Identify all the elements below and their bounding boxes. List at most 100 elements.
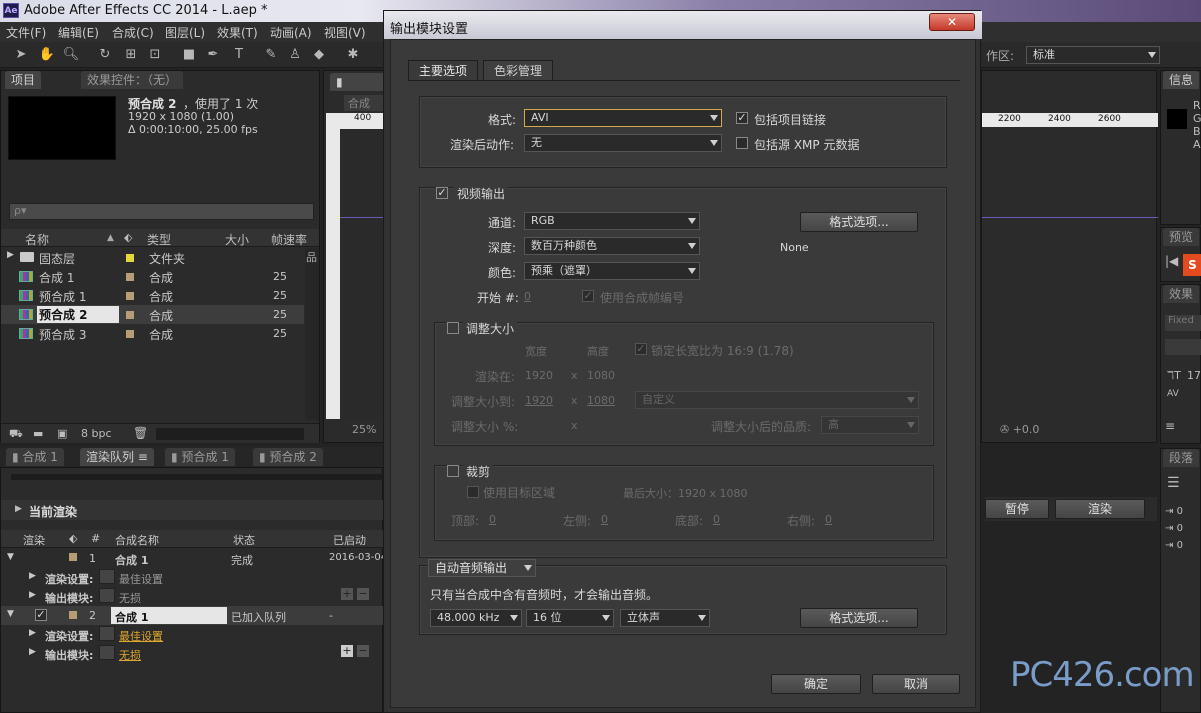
hand-tool-icon[interactable]: ✋ — [38, 46, 56, 63]
label-swatch[interactable] — [126, 330, 134, 338]
table-row[interactable]: ▼ 1 合成 1 完成 2016-03-04, — [1, 549, 390, 568]
brush-tool-icon[interactable]: ✎ — [262, 46, 280, 63]
list-item[interactable]: 合成 1 合成 25 — [1, 267, 304, 286]
include-project-link-checkbox[interactable]: ✓ — [736, 112, 748, 124]
align-icon[interactable]: ≡ — [1165, 419, 1175, 433]
channels-select[interactable]: RGB — [524, 212, 700, 230]
horizontal-scrollbar[interactable] — [156, 428, 304, 440]
start-value[interactable]: 0 — [524, 290, 531, 303]
align-left-icon[interactable]: ☰ — [1167, 475, 1180, 491]
bit-depth-select[interactable]: 16 位 — [526, 609, 614, 627]
video-format-options-button[interactable]: 格式选项... — [800, 212, 918, 232]
label-swatch[interactable] — [69, 611, 77, 619]
label-swatch[interactable] — [69, 553, 77, 561]
workspace-select[interactable]: 标准 — [1026, 46, 1160, 64]
output-module-value[interactable]: 无损 — [119, 647, 141, 663]
font-select[interactable]: Fixed — [1165, 315, 1201, 331]
tab-color-management[interactable]: 色彩管理 — [483, 60, 554, 80]
shape-tool-icon[interactable]: ■ — [180, 46, 198, 63]
zoom-tool-icon[interactable]: 🔍︎ — [62, 46, 80, 63]
font-size-value[interactable]: 17 — [1187, 369, 1201, 382]
list-item[interactable]: 预合成 1 合成 25 — [1, 286, 304, 305]
text-tool-icon[interactable]: T — [230, 46, 248, 63]
col-size[interactable]: 大小 — [225, 231, 249, 248]
col-fps[interactable]: 帧速率 — [271, 231, 307, 248]
project-search-input[interactable]: ρ▾ — [9, 203, 314, 220]
menu-composition[interactable]: 合成(C) — [112, 24, 154, 41]
label-swatch[interactable] — [126, 311, 134, 319]
rotate-tool-icon[interactable]: ↻ — [96, 46, 114, 63]
indent-value[interactable]: 0 — [1177, 540, 1183, 551]
tab-effect-controls[interactable]: 效果控件：（无） — [81, 71, 184, 89]
stamp-tool-icon[interactable]: ♙ — [286, 46, 304, 63]
pan-behind-tool-icon[interactable]: ⊡ — [146, 46, 164, 63]
tab-project[interactable]: 项目 — [5, 71, 42, 89]
post-render-select[interactable]: 无 — [524, 134, 722, 152]
render-settings-dropdown[interactable] — [99, 569, 115, 584]
cancel-button[interactable]: 取消 — [872, 674, 960, 694]
exposure-value[interactable]: ✇ +0.0 — [1000, 423, 1039, 436]
col-name[interactable]: 名称 — [25, 231, 49, 248]
output-module-dropdown[interactable] — [99, 645, 115, 660]
close-button[interactable]: ✕ — [929, 13, 975, 31]
col-comp-name[interactable]: 合成名称 — [115, 532, 159, 548]
resize-to-width[interactable]: 1920 — [525, 394, 553, 407]
indent-value[interactable]: 0 — [1177, 506, 1183, 517]
zoom-level[interactable]: 25% — [352, 423, 376, 436]
depth-select[interactable]: 数百万种颜色 — [524, 237, 700, 255]
comp-viewer[interactable] — [340, 129, 386, 419]
col-started[interactable]: 已启动 — [333, 532, 366, 548]
audio-format-options-button[interactable]: 格式选项... — [800, 608, 918, 628]
menu-effect[interactable]: 效果(T) — [217, 24, 258, 41]
trash-icon[interactable]: 🗑︎ — [133, 426, 148, 440]
first-frame-icon[interactable]: |◀ — [1165, 254, 1178, 268]
crop-checkbox[interactable] — [447, 465, 459, 477]
output-module-dropdown[interactable] — [99, 588, 115, 603]
video-output-checkbox[interactable]: ✓ — [436, 187, 448, 199]
tab-paragraph[interactable]: 段落 — [1163, 449, 1200, 467]
collapse-arrow-icon[interactable]: ▼ — [7, 552, 14, 562]
remove-output-icon[interactable]: − — [357, 645, 369, 657]
output-module-value[interactable]: 无损 — [119, 590, 141, 606]
sort-up-icon[interactable]: ▲ — [107, 233, 114, 243]
resize-preset-select[interactable]: 自定义 — [635, 391, 919, 409]
tab-preview[interactable]: 预览 — [1163, 228, 1200, 246]
new-folder-icon[interactable]: ▬ — [33, 427, 43, 440]
render-settings-dropdown[interactable] — [99, 626, 115, 641]
eraser-tool-icon[interactable]: ◆ — [310, 46, 328, 63]
use-roi-checkbox[interactable] — [467, 486, 479, 498]
tab-info[interactable]: 信息 — [1163, 71, 1200, 89]
col-status[interactable]: 状态 — [233, 532, 255, 548]
pen-tool-icon[interactable]: ✒ — [204, 46, 222, 63]
color-select[interactable]: 预乘（遮罩） — [524, 262, 700, 280]
item-comp-name[interactable]: 合成 1 — [111, 607, 227, 624]
crop-top-value[interactable]: 0 — [489, 513, 496, 526]
add-output-icon[interactable]: + — [341, 645, 353, 657]
col-type[interactable]: 类型 — [147, 231, 171, 248]
table-row[interactable]: ▼ ✓ 2 合成 1 已加入队列 - — [1, 606, 384, 625]
tab-effects[interactable]: 效果 — [1163, 285, 1200, 303]
lock-aspect-checkbox[interactable]: ✓ — [635, 343, 647, 355]
format-select[interactable]: AVI — [524, 109, 722, 127]
list-item[interactable]: ▶ 固态层 文件夹 — [1, 248, 304, 267]
menu-layer[interactable]: 图层(L) — [165, 24, 205, 41]
ok-button[interactable]: 确定 — [771, 674, 861, 694]
pause-button[interactable]: 暂停 — [985, 499, 1049, 519]
render-checkbox[interactable]: ✓ — [35, 609, 47, 621]
list-item-selected[interactable]: 预合成 2 合成 25 — [1, 305, 304, 324]
tab-comp-1[interactable]: ▮ 合成 1 — [6, 448, 64, 466]
use-comp-frame-checkbox[interactable]: ✓ — [582, 290, 594, 302]
expand-arrow-icon[interactable]: ▶ — [29, 647, 36, 657]
style-select[interactable] — [1165, 339, 1201, 355]
menu-file[interactable]: 文件(F) — [6, 24, 46, 41]
tab-render-queue[interactable]: 渲染队列 ≡ — [80, 448, 154, 466]
expand-arrow-icon[interactable]: ▶ — [29, 571, 36, 581]
render-button[interactable]: 渲染 — [1055, 499, 1145, 519]
menu-view[interactable]: 视图(V) — [324, 24, 366, 41]
indent-value[interactable]: 0 — [1177, 523, 1183, 534]
project-scrollbar[interactable] — [305, 248, 319, 420]
col-number[interactable]: # — [91, 532, 100, 545]
expand-arrow-icon[interactable]: ▶ — [29, 590, 36, 600]
selection-tool-icon[interactable]: ➤ — [12, 46, 30, 63]
render-settings-value[interactable]: 最佳设置 — [119, 628, 163, 644]
